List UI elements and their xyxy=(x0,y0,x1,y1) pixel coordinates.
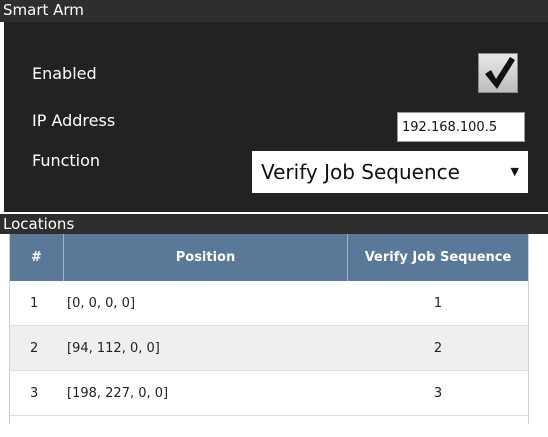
dropdown-arrow-icon: ▼ xyxy=(510,165,519,178)
table-row[interactable]: 1 [0, 0, 0, 0] 1 xyxy=(10,281,528,326)
locations-table: # Position Verify Job Sequence 1 [0, 0, … xyxy=(9,234,529,424)
row-position: [0, 0, 0, 0] xyxy=(67,296,136,311)
enabled-checkbox[interactable] xyxy=(478,53,518,93)
ip-address-input[interactable]: 192.168.100.5 xyxy=(397,112,525,142)
row-verify-job-sequence: 3 xyxy=(433,386,443,401)
checkmark-icon xyxy=(485,57,515,89)
table-header-row: # Position Verify Job Sequence xyxy=(10,234,528,281)
smart-arm-title: Smart Arm xyxy=(3,1,84,19)
row-number: 1 xyxy=(30,296,39,311)
locations-title: Locations xyxy=(3,215,75,233)
locations-header: Locations xyxy=(0,214,548,234)
column-header-position[interactable]: Position xyxy=(64,234,348,281)
column-header-verify-job-sequence[interactable]: Verify Job Sequence xyxy=(348,234,528,281)
function-select[interactable]: Verify Job Sequence ▼ xyxy=(252,151,528,193)
row-verify-job-sequence: 2 xyxy=(433,341,443,356)
row-position: [198, 227, 0, 0] xyxy=(67,386,169,401)
smart-arm-header: Smart Arm xyxy=(0,0,548,22)
enabled-label: Enabled xyxy=(32,64,97,83)
function-selected-value: Verify Job Sequence xyxy=(261,160,460,184)
ip-address-label: IP Address xyxy=(32,111,116,130)
table-row[interactable]: 2 [94, 112, 0, 0] 2 xyxy=(10,326,528,371)
ip-address-value: 192.168.100.5 xyxy=(402,120,498,135)
row-number: 2 xyxy=(30,341,39,356)
function-label: Function xyxy=(32,151,101,170)
row-position: [94, 112, 0, 0] xyxy=(67,341,160,356)
row-number: 3 xyxy=(30,386,39,401)
column-header-number[interactable]: # xyxy=(10,234,64,281)
table-row[interactable]: 3 [198, 227, 0, 0] 3 xyxy=(10,371,528,416)
row-verify-job-sequence: 1 xyxy=(433,296,443,311)
